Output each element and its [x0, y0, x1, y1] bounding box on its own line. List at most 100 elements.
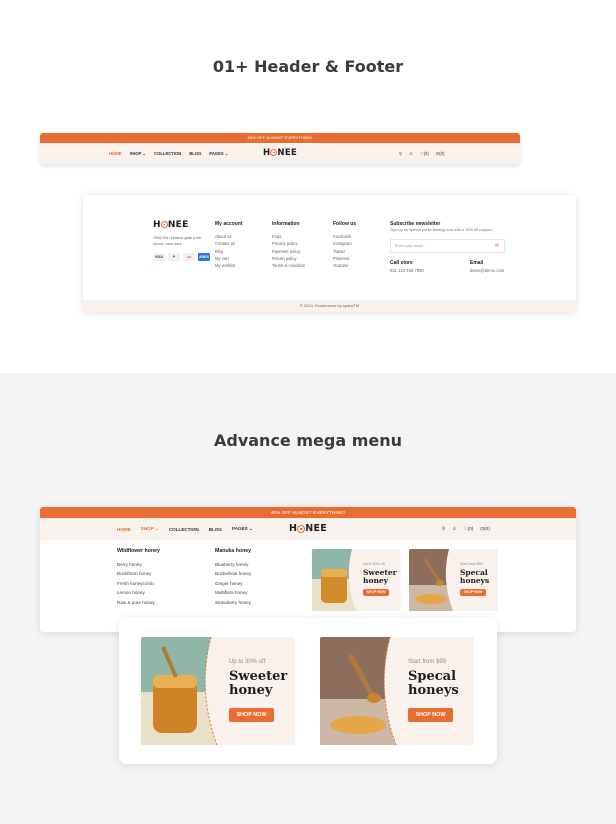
- honey-dipper-image: [409, 549, 456, 611]
- footer-link[interactable]: Blog: [215, 248, 243, 255]
- nav-blog[interactable]: BLOG: [209, 527, 222, 532]
- footer-link[interactable]: My cart: [215, 255, 243, 262]
- promo-eyebrow: Up to 30% off: [229, 659, 266, 665]
- mega-link[interactable]: Fresh honeycomb: [117, 579, 160, 589]
- nav-home[interactable]: HOME: [117, 527, 131, 532]
- honey-dipper-image: [320, 637, 400, 745]
- mega-link[interactable]: Strawberry honey: [215, 598, 251, 608]
- footer-link[interactable]: About us: [215, 233, 243, 240]
- chevron-down-icon: ⌄: [155, 526, 159, 531]
- logo-o-icon: [160, 221, 168, 228]
- mega-col-manuka: Manuka honey Blueberry honey Buckwheat h…: [215, 547, 251, 608]
- footer-link[interactable]: Facebook: [333, 233, 356, 240]
- payment-icons: VISA P ●● AMEX: [153, 253, 210, 261]
- cart-button[interactable]: ⊡(0): [480, 526, 489, 532]
- newsletter-text: Sign up for special perks starting now w…: [390, 228, 493, 232]
- promo-title: Sweeter honey: [229, 669, 288, 699]
- cart-button[interactable]: ⊡(0): [436, 151, 445, 156]
- mega-link[interactable]: Multiflora honey: [215, 588, 251, 598]
- logo[interactable]: H NEE: [263, 148, 297, 158]
- promo-title: Specal honeys: [408, 669, 459, 699]
- header-preview: 40% OFF ALMOST EVERYTHING! HOME SHOP ⌄ C…: [40, 133, 520, 164]
- wishlist-button[interactable]: ♡(0): [420, 151, 429, 156]
- shop-now-button[interactable]: SHOP NOW: [229, 708, 274, 722]
- footer-link[interactable]: My wishlist: [215, 262, 243, 269]
- mega-link[interactable]: Berry honey: [117, 560, 160, 570]
- mega-link[interactable]: Lemon honey: [117, 588, 160, 598]
- header-icons: ⚲ ♙ ♡(0) ⊡(0): [399, 143, 444, 164]
- footer-link[interactable]: Privacy policy: [272, 240, 305, 247]
- amex-icon: AMEX: [198, 253, 210, 261]
- mega-link[interactable]: Buckwheat honey: [215, 569, 251, 579]
- nav-shop[interactable]: SHOP ⌄: [130, 151, 146, 156]
- call-label: Call store: [390, 260, 413, 266]
- main-nav: HOME SHOP ⌄ COLLECTION BLOG PAGES ⌄: [109, 143, 228, 164]
- email-label: Email: [470, 260, 484, 266]
- footer-link[interactable]: Twitter: [333, 248, 356, 255]
- nav-row: HOME SHOP ⌄ COLLECTION BLOG PAGES ⌄ H NEE…: [40, 518, 576, 540]
- search-icon[interactable]: ⚲: [442, 526, 445, 532]
- mega-link[interactable]: Ginger honey: [215, 579, 251, 589]
- footer-col-account: My account About us Contact us Blog My c…: [215, 221, 243, 269]
- nav-collection[interactable]: COLLECTION: [154, 151, 181, 156]
- footer-address: 7862 Rd reliance gate park chock, new yo…: [153, 235, 202, 246]
- email-value[interactable]: demo@demo.com: [470, 268, 504, 273]
- footer-col-title: My account: [215, 221, 243, 227]
- mega-link[interactable]: Blueberry honey: [215, 560, 251, 570]
- promo-card-sweeter-small[interactable]: Up to 30% off Sweeter honey SHOP NOW: [312, 549, 401, 611]
- footer-preview: H NEE 7862 Rd reliance gate park chock, n…: [83, 195, 576, 312]
- footer-col-title: Follow us: [333, 221, 357, 227]
- mega-col-title: Wildflower honey: [117, 548, 160, 554]
- user-icon[interactable]: ♙: [409, 151, 413, 156]
- nav-shop[interactable]: SHOP ⌄: [141, 526, 159, 532]
- promo-eyebrow: Start from $99: [408, 659, 447, 665]
- email-placeholder: Enter your email...: [395, 244, 426, 248]
- promo-card-specal-small[interactable]: Start from $99 Specal honeys SHOP NOW: [409, 549, 498, 611]
- copyright: © 2024, Ecommerce by spacyTM: [83, 300, 576, 312]
- footer-logo[interactable]: H NEE: [153, 220, 189, 230]
- send-icon[interactable]: ✉: [495, 243, 501, 249]
- mega-link[interactable]: Buckthorn honey: [117, 569, 160, 579]
- chevron-down-icon: ⌄: [224, 151, 229, 156]
- footer-link[interactable]: Pinterest: [333, 255, 356, 262]
- user-icon[interactable]: ♙: [452, 526, 456, 532]
- promo-card-sweeter[interactable]: Up to 30% off Sweeter honey SHOP NOW: [141, 637, 295, 745]
- nav-pages[interactable]: PAGES ⌄: [209, 151, 228, 156]
- footer-link[interactable]: Return policy: [272, 255, 305, 262]
- promo-title: Specal honeys: [460, 568, 490, 586]
- header-footer-section: 01+ Header & Footer 40% OFF ALMOST EVERY…: [0, 0, 616, 373]
- shop-now-button[interactable]: SHOP NOW: [363, 589, 389, 596]
- newsletter-title: Subscribe newsletter: [390, 221, 441, 227]
- footer-link[interactable]: Payment policy: [272, 248, 305, 255]
- nav-row: HOME SHOP ⌄ COLLECTION BLOG PAGES ⌄ H NEE…: [40, 143, 520, 164]
- nav-collection[interactable]: COLLECTION: [169, 527, 199, 532]
- email-field[interactable]: Enter your email... ✉: [390, 239, 505, 253]
- header-icons: ⚲ ♙ ♡(0) ⊡(0): [442, 518, 490, 540]
- honey-jar-image: [312, 549, 359, 611]
- promo-bar: 40% OFF ALMOST EVERYTHING!: [40, 507, 576, 518]
- footer-col-title: Information: [272, 221, 300, 227]
- section-title: 01+ Header & Footer: [212, 57, 404, 76]
- promo-card-specal[interactable]: Start from $99 Specal honeys SHOP NOW: [320, 637, 474, 745]
- nav-home[interactable]: HOME: [109, 151, 122, 156]
- footer-link[interactable]: Contact us: [215, 240, 243, 247]
- footer-link[interactable]: Terms & condition: [272, 262, 305, 269]
- nav-pages[interactable]: PAGES ⌄: [232, 526, 253, 532]
- mega-link[interactable]: Raw & pure honey: [117, 598, 160, 608]
- search-icon[interactable]: ⚲: [399, 151, 402, 156]
- call-value: 021 123 456 7890: [390, 268, 424, 273]
- footer-link[interactable]: Instagram: [333, 240, 356, 247]
- wishlist-button[interactable]: ♡(0): [464, 526, 474, 532]
- shop-now-button[interactable]: SHOP NOW: [460, 589, 486, 596]
- call-store: Call store 021 123 456 7890: [390, 259, 424, 275]
- email-contact: Email demo@demo.com: [470, 259, 504, 275]
- footer-link[interactable]: Youtube: [333, 262, 356, 269]
- footer-link[interactable]: Faqs: [272, 233, 305, 240]
- shop-now-button[interactable]: SHOP NOW: [408, 708, 453, 722]
- logo[interactable]: H NEE: [289, 523, 327, 534]
- nav-blog[interactable]: BLOG: [189, 151, 201, 156]
- promo-bar: 40% OFF ALMOST EVERYTHING!: [40, 133, 520, 143]
- mastercard-icon: ●●: [183, 253, 195, 261]
- mega-col-wildflower: Wildflower honey Berry honey Buckthorn h…: [117, 547, 160, 608]
- mega-menu-preview: 40% OFF ALMOST EVERYTHING! HOME SHOP ⌄ C…: [40, 507, 576, 632]
